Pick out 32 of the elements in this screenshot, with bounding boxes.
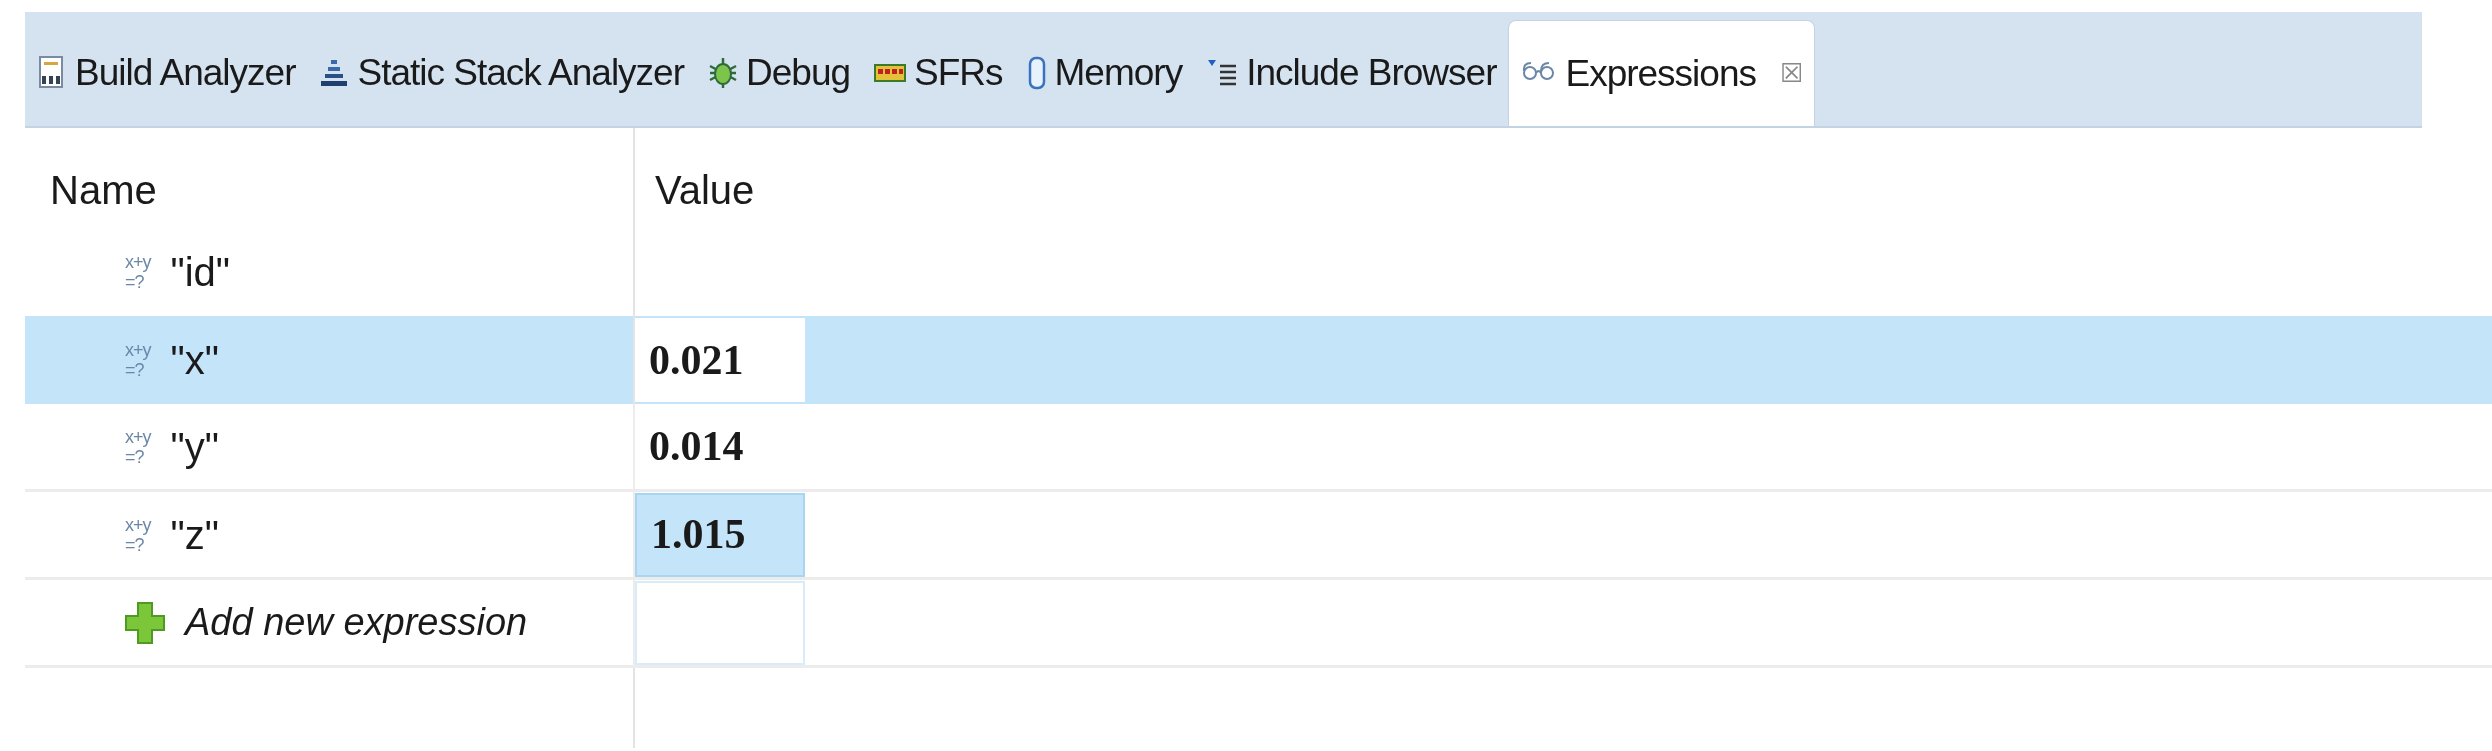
table-row[interactable]: x+y =? "y" xyxy=(25,404,635,492)
column-header[interactable]: Value xyxy=(635,128,2492,228)
column-header[interactable]: Name xyxy=(25,128,635,228)
tab[interactable]: Build Analyzer xyxy=(25,20,308,126)
bug-icon xyxy=(708,56,738,90)
expression-icon: x+y =? xyxy=(125,340,151,380)
plus-icon xyxy=(125,601,165,644)
expression-name: "id" xyxy=(170,249,231,296)
table-row[interactable]: Add new expression xyxy=(25,580,635,668)
expression-icon: x+y =? xyxy=(125,514,151,555)
tab[interactable]: Memory xyxy=(1014,20,1195,126)
tab[interactable]: Debug xyxy=(696,20,863,126)
table-row[interactable]: x+y =? "x" xyxy=(25,316,635,404)
tab[interactable]: Expressions ☒ xyxy=(1508,20,1815,126)
expression-icon: x+y =? xyxy=(125,426,151,467)
expression-name: "x" xyxy=(170,337,219,384)
value-text: 0.021 xyxy=(635,318,805,402)
value-text: 1.015 xyxy=(635,492,805,577)
include-list-icon xyxy=(1206,58,1239,88)
tab[interactable]: SFRs xyxy=(862,20,1015,126)
stack-icon xyxy=(319,58,350,88)
chip-icon xyxy=(874,64,907,82)
close-icon[interactable]: ☒ xyxy=(1780,54,1802,93)
expression-icon: x+y =? xyxy=(125,252,151,292)
expression-name: "y" xyxy=(170,423,219,471)
add-expression-text: Add new expression xyxy=(185,600,528,645)
tab[interactable]: Include Browser xyxy=(1194,20,1509,126)
expression-name: "z" xyxy=(170,511,219,559)
cylinder-icon xyxy=(1026,56,1047,90)
value-text: 0.014 xyxy=(648,422,745,471)
empty-value-field[interactable] xyxy=(635,580,805,665)
tab[interactable]: Static Stack Analyzer xyxy=(307,20,696,126)
